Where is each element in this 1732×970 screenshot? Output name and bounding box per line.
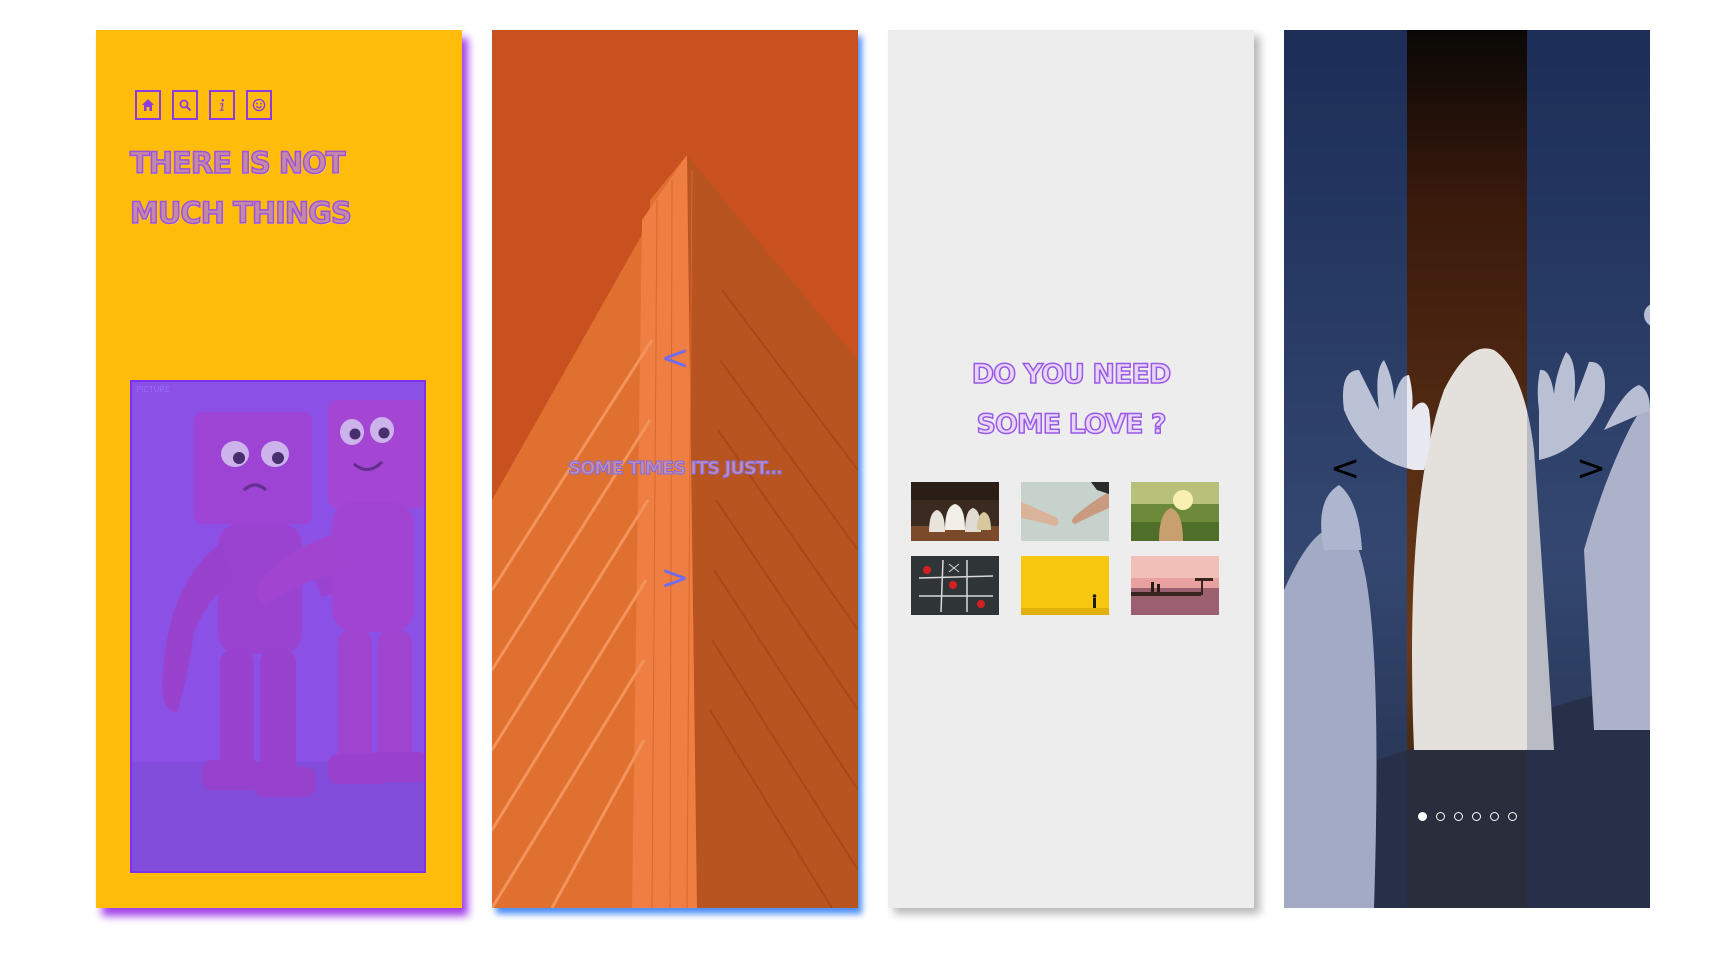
panel-gray: DO YOU NEED SOME LOVE ? [888,30,1254,908]
person-in-field-image [1131,482,1219,541]
panel-ghost-slider: < > [1284,30,1650,908]
icon-nav [135,90,272,120]
title-line-1: THERE IS NOT [129,145,346,181]
smiley-icon [252,98,266,112]
search-button[interactable] [172,90,198,120]
heading-line-1: DO YOU NEED [971,358,1172,391]
pier-sunset-image [1131,556,1219,615]
slide-dot-5[interactable] [1489,812,1499,821]
slide-dot-6[interactable] [1507,812,1517,821]
next-arrow-button[interactable]: > [1576,448,1606,489]
thumbnail-holding-hands[interactable] [1021,482,1109,541]
picture-caption: PICTURE [136,385,171,394]
thumbnail-yellow-wall[interactable] [1021,556,1109,615]
slide-caption: SOME TIMES ITS JUST... [568,458,784,480]
next-arrow-button[interactable]: > [492,558,858,598]
holding-hands-image [1021,482,1109,541]
thumbnail-person-in-field[interactable] [1131,482,1219,541]
slide-dot-1[interactable] [1417,812,1427,821]
section-heading: DO YOU NEED SOME LOVE ? [888,350,1254,450]
panel-yellow: THERE IS NOT MUCH THINGS PICTURE [96,30,462,908]
home-button[interactable] [135,90,161,120]
picture-frame: PICTURE [130,380,426,873]
prev-arrow-button[interactable]: < [492,338,858,378]
slide-dot-2[interactable] [1435,812,1445,821]
slide-indicator [1284,812,1650,821]
slide-dot-4[interactable] [1471,812,1481,821]
home-icon [142,99,154,111]
info-icon [219,99,225,111]
heading-line-2: SOME LOVE ? [976,408,1167,441]
title-line-2: MUCH THINGS [129,195,352,231]
panel-orange: < SOME TIMES ITS JUST... > [492,30,858,908]
thumbnail-tic-tac-toe[interactable] [911,556,999,615]
tic-tac-toe-hearts-image [911,556,999,615]
yellow-wall-person-image [1021,556,1109,615]
thumbnail-grid [911,482,1219,615]
clay-figures-image [132,382,424,871]
info-button[interactable] [209,90,235,120]
ghosts-image [911,482,999,541]
smiley-button[interactable] [246,90,272,120]
prev-arrow-button[interactable]: < [1330,448,1360,489]
slide-dot-3[interactable] [1453,812,1463,821]
search-icon [179,99,192,112]
page-title: THERE IS NOT MUCH THINGS [129,138,450,238]
thumbnail-pier-sunset[interactable] [1131,556,1219,615]
thumbnail-ghosts[interactable] [911,482,999,541]
